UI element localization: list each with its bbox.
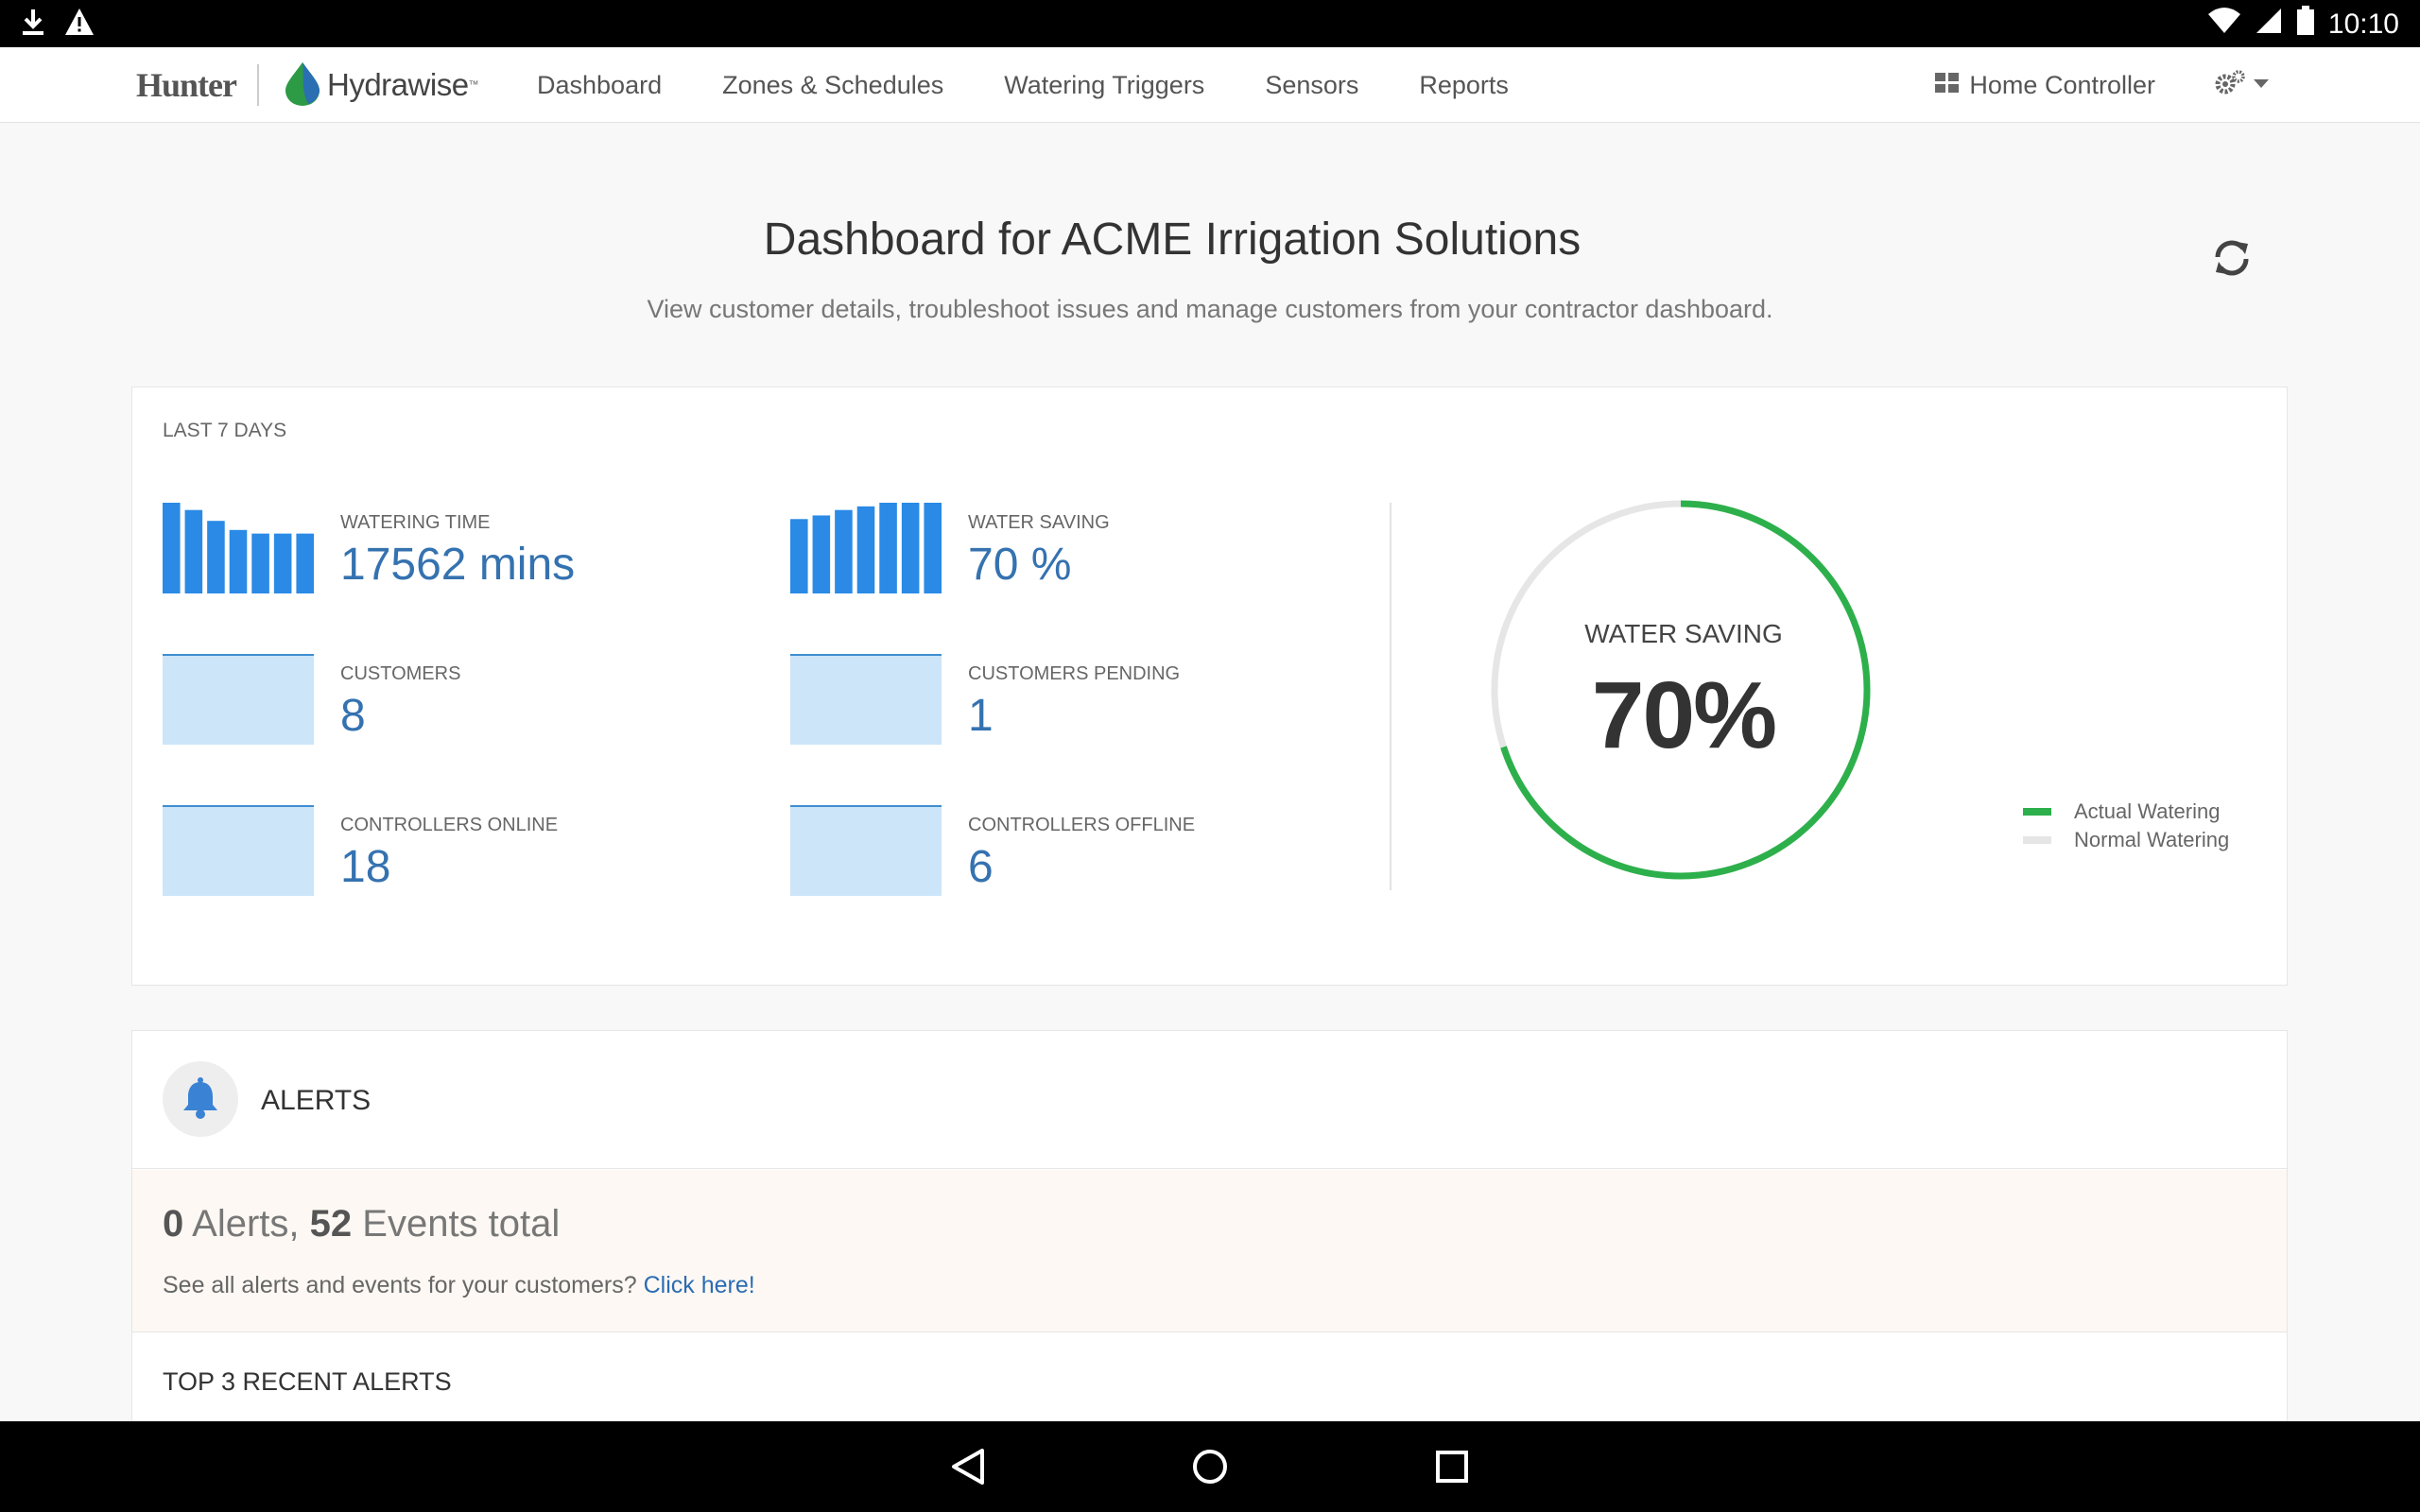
water-saving-bar [901,503,920,593]
refresh-button[interactable] [2212,238,2252,278]
nav-zones-schedules[interactable]: Zones & Schedules [722,71,943,100]
alerts-card: ALERTS 0 Alerts, 52 Events total See all… [131,1030,2288,1427]
watering-time-bar [229,529,248,593]
customers-pending-sparkline [790,654,942,745]
water-saving-value: 70 % [968,540,1072,590]
chevron-down-icon [2254,77,2269,94]
alerts-count-line: 0 Alerts, 52 Events total [163,1203,560,1246]
period-label: LAST 7 DAYS [163,420,287,441]
water-saving-label: WATER SAVING [968,512,1110,533]
water-saving-bar [856,506,875,593]
customers-pending-value: 1 [968,691,994,741]
watering-time-bar [273,533,292,593]
cell-signal-icon [2255,7,2283,43]
water-saving-sparkbar [790,503,942,593]
legend-normal-label: Normal Watering [2074,828,2230,851]
battery-icon [2296,6,2315,43]
main-nav: Dashboard Zones & Schedules Watering Tri… [537,47,1569,123]
gauge-value: 70% [1591,662,1777,768]
stats-card: LAST 7 DAYS WATERING TIME 17562 mins WAT… [131,387,2288,986]
alerts-header: ALERTS [132,1031,2287,1169]
brand-divider [257,64,259,106]
alerts-word: Alerts, [192,1203,300,1245]
watering-time-bar [207,521,225,593]
home-controller-link[interactable]: Home Controller [1935,71,2155,100]
gears-icon [2214,69,2246,102]
page-subtitle: View customer details, troubleshoot issu… [647,295,1773,323]
refresh-icon [2215,240,2249,276]
water-drop-icon [284,60,321,111]
water-saving-bar [835,509,853,593]
top-nav: Hunter Hydrawise ™ Dashboard Zones & Sch… [0,47,2420,123]
settings-menu-button[interactable] [2214,69,2269,102]
customers-pending-label: CUSTOMERS PENDING [968,663,1181,684]
status-bar: 10:10 [0,0,2420,47]
home-button[interactable] [1192,1448,1228,1486]
nav-dashboard[interactable]: Dashboard [537,71,662,100]
alerts-title: ALERTS [261,1085,372,1116]
hydrawise-logo-text: Hydrawise [327,67,469,102]
warning-icon [64,8,95,41]
nav-watering-triggers[interactable]: Watering Triggers [1004,71,1204,100]
legend-normal: Normal Watering [2023,826,2229,854]
controllers-online-value: 18 [340,842,391,892]
alerts-summary: 0 Alerts, 52 Events total See all alerts… [132,1170,2287,1332]
controllers-online-sparkline [163,805,314,896]
home-controller-label: Home Controller [1969,70,2155,99]
watering-time-bar [163,503,181,593]
controllers-offline-sparkline [790,805,942,896]
customers-sparkline [163,654,314,745]
watering-time-bar [184,509,203,593]
legend-actual-swatch [2023,808,2051,816]
watering-time-bar [251,533,269,593]
stats-divider [1390,503,1392,890]
alert-count: 0 [163,1203,184,1245]
download-icon [21,8,45,41]
water-saving-bar [790,519,808,593]
watering-time-bar [296,533,314,593]
status-time: 10:10 [2327,9,2399,40]
recents-button[interactable] [1435,1448,1469,1486]
watering-time-sparkbar [163,503,314,593]
brand-logo[interactable]: Hunter Hydrawise ™ [136,60,479,110]
wifi-icon [2207,7,2241,43]
trademark-mark: ™ [468,79,479,91]
controllers-offline-label: CONTROLLERS OFFLINE [968,815,1196,835]
alerts-prompt-line: See all alerts and events for your custo… [163,1272,755,1299]
event-count: 52 [309,1203,353,1245]
all-alerts-link[interactable]: Click here! [644,1272,755,1298]
water-saving-bar [879,503,897,593]
grid-icon [1935,71,1960,100]
nav-sensors[interactable]: Sensors [1265,71,1358,100]
controllers-offline-value: 6 [968,842,994,892]
bell-icon [183,1077,217,1119]
watering-time-value: 17562 mins [340,540,576,590]
android-nav-bar [0,1421,2420,1512]
legend-actual-label: Actual Watering [2074,799,2221,823]
recent-alerts-title: TOP 3 RECENT ALERTS [163,1367,452,1396]
alerts-prompt: See all alerts and events for your custo… [163,1272,637,1298]
back-button[interactable] [951,1448,985,1486]
bell-badge [163,1061,238,1137]
hunter-logo: Hunter [136,66,237,104]
legend-actual: Actual Watering [2023,798,2229,826]
events-word: Events total [362,1203,561,1245]
water-saving-bar [812,515,831,593]
gauge-label: WATER SAVING [1584,619,1783,648]
watering-time-label: WATERING TIME [340,512,491,533]
nav-reports[interactable]: Reports [1419,71,1509,100]
customers-value: 8 [340,691,366,741]
water-saving-bar [924,503,942,593]
legend-normal-swatch [2023,836,2051,844]
controllers-online-label: CONTROLLERS ONLINE [340,815,559,835]
customers-label: CUSTOMERS [340,663,461,684]
gauge-legend: Actual Watering Normal Watering [2023,798,2229,854]
page-title: Dashboard for ACME Irrigation Solutions [763,215,1582,265]
